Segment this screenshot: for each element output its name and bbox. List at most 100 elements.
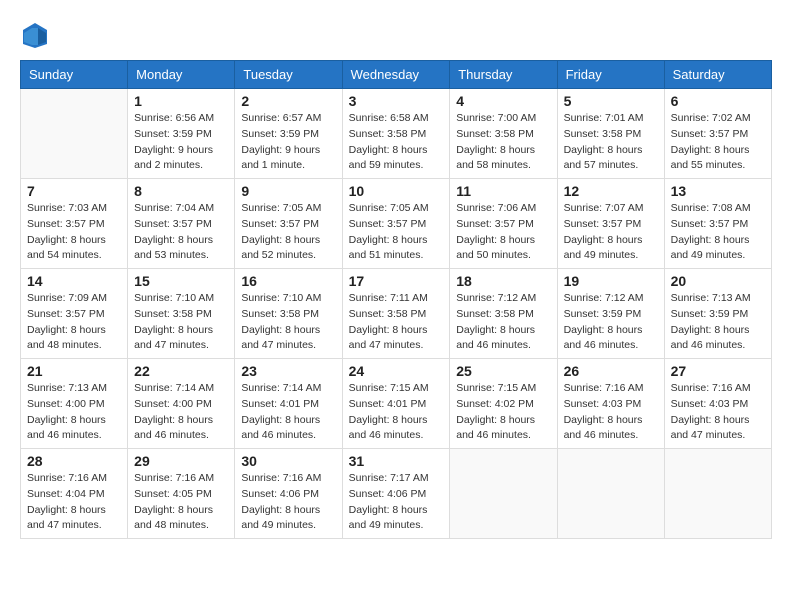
page-header xyxy=(20,20,772,50)
day-number: 28 xyxy=(27,453,121,469)
day-number: 30 xyxy=(241,453,335,469)
day-info: Sunrise: 7:16 AM Sunset: 4:03 PM Dayligh… xyxy=(564,381,658,444)
calendar-week-row: 21Sunrise: 7:13 AM Sunset: 4:00 PM Dayli… xyxy=(21,359,772,449)
day-number: 3 xyxy=(349,93,444,109)
day-number: 1 xyxy=(134,93,228,109)
calendar-cell: 28 Sunrise: 7:16 AM Sunset: 4:04 PM Dayli… xyxy=(21,449,128,539)
day-info: Sunrise: 7:16 AM Sunset: 4:04 PM Dayligh… xyxy=(27,471,121,534)
day-info: Sunrise: 7:04 AM Sunset: 3:57 PM Dayligh… xyxy=(134,201,228,264)
calendar-cell: 1 Sunrise: 6:56 AM Sunset: 3:59 PM Daylig… xyxy=(128,89,235,179)
day-info: Sunrise: 6:57 AM Sunset: 3:59 PM Dayligh… xyxy=(241,111,335,174)
calendar-header-row: SundayMondayTuesdayWednesdayThursdayFrid… xyxy=(21,61,772,89)
calendar-cell: 3 Sunrise: 6:58 AM Sunset: 3:58 PM Daylig… xyxy=(342,89,450,179)
calendar-cell: 31 Sunrise: 7:17 AM Sunset: 4:06 PM Dayli… xyxy=(342,449,450,539)
day-number: 23 xyxy=(241,363,335,379)
calendar-cell: 21Sunrise: 7:13 AM Sunset: 4:00 PM Dayli… xyxy=(21,359,128,449)
calendar-cell xyxy=(664,449,771,539)
day-info: Sunrise: 7:03 AM Sunset: 3:57 PM Dayligh… xyxy=(27,201,121,264)
day-info: Sunrise: 7:09 AM Sunset: 3:57 PM Dayligh… xyxy=(27,291,121,354)
day-info: Sunrise: 7:02 AM Sunset: 3:57 PM Dayligh… xyxy=(671,111,765,174)
calendar-week-row: 28 Sunrise: 7:16 AM Sunset: 4:04 PM Dayli… xyxy=(21,449,772,539)
calendar-cell: 19 Sunrise: 7:12 AM Sunset: 3:59 PM Dayli… xyxy=(557,269,664,359)
calendar-cell: 17Sunrise: 7:11 AM Sunset: 3:58 PM Dayli… xyxy=(342,269,450,359)
calendar-cell: 13 Sunrise: 7:08 AM Sunset: 3:57 PM Dayli… xyxy=(664,179,771,269)
calendar-cell: 12Sunrise: 7:07 AM Sunset: 3:57 PM Dayli… xyxy=(557,179,664,269)
weekday-header: Saturday xyxy=(664,61,771,89)
calendar-cell: 14 Sunrise: 7:09 AM Sunset: 3:57 PM Dayli… xyxy=(21,269,128,359)
day-number: 22 xyxy=(134,363,228,379)
weekday-header: Tuesday xyxy=(235,61,342,89)
day-info: Sunrise: 7:13 AM Sunset: 3:59 PM Dayligh… xyxy=(671,291,765,354)
day-info: Sunrise: 6:58 AM Sunset: 3:58 PM Dayligh… xyxy=(349,111,444,174)
day-info: Sunrise: 7:01 AM Sunset: 3:58 PM Dayligh… xyxy=(564,111,658,174)
day-number: 6 xyxy=(671,93,765,109)
weekday-header: Sunday xyxy=(21,61,128,89)
day-number: 26 xyxy=(564,363,658,379)
calendar-cell xyxy=(21,89,128,179)
day-number: 11 xyxy=(456,183,550,199)
day-info: Sunrise: 7:07 AM Sunset: 3:57 PM Dayligh… xyxy=(564,201,658,264)
calendar-cell: 18 Sunrise: 7:12 AM Sunset: 3:58 PM Dayli… xyxy=(450,269,557,359)
calendar-week-row: 7 Sunrise: 7:03 AM Sunset: 3:57 PM Daylig… xyxy=(21,179,772,269)
day-info: Sunrise: 7:10 AM Sunset: 3:58 PM Dayligh… xyxy=(134,291,228,354)
calendar-cell: 15Sunrise: 7:10 AM Sunset: 3:58 PM Dayli… xyxy=(128,269,235,359)
calendar-week-row: 1 Sunrise: 6:56 AM Sunset: 3:59 PM Daylig… xyxy=(21,89,772,179)
day-number: 29 xyxy=(134,453,228,469)
calendar-cell: 24Sunrise: 7:15 AM Sunset: 4:01 PM Dayli… xyxy=(342,359,450,449)
day-info: Sunrise: 7:00 AM Sunset: 3:58 PM Dayligh… xyxy=(456,111,550,174)
day-info: Sunrise: 6:56 AM Sunset: 3:59 PM Dayligh… xyxy=(134,111,228,174)
calendar-cell xyxy=(450,449,557,539)
day-number: 20 xyxy=(671,273,765,289)
calendar-cell: 30Sunrise: 7:16 AM Sunset: 4:06 PM Dayli… xyxy=(235,449,342,539)
calendar-cell: 10Sunrise: 7:05 AM Sunset: 3:57 PM Dayli… xyxy=(342,179,450,269)
calendar-cell: 8 Sunrise: 7:04 AM Sunset: 3:57 PM Daylig… xyxy=(128,179,235,269)
day-number: 10 xyxy=(349,183,444,199)
weekday-header: Wednesday xyxy=(342,61,450,89)
calendar-cell: 29 Sunrise: 7:16 AM Sunset: 4:05 PM Dayli… xyxy=(128,449,235,539)
day-info: Sunrise: 7:16 AM Sunset: 4:05 PM Dayligh… xyxy=(134,471,228,534)
day-number: 16 xyxy=(241,273,335,289)
weekday-header: Thursday xyxy=(450,61,557,89)
calendar-cell: 5 Sunrise: 7:01 AM Sunset: 3:58 PM Daylig… xyxy=(557,89,664,179)
day-number: 19 xyxy=(564,273,658,289)
calendar-cell: 11 Sunrise: 7:06 AM Sunset: 3:57 PM Dayli… xyxy=(450,179,557,269)
day-number: 4 xyxy=(456,93,550,109)
weekday-header: Friday xyxy=(557,61,664,89)
calendar-cell: 9 Sunrise: 7:05 AM Sunset: 3:57 PM Daylig… xyxy=(235,179,342,269)
day-number: 7 xyxy=(27,183,121,199)
weekday-header: Monday xyxy=(128,61,235,89)
calendar-cell: 26 Sunrise: 7:16 AM Sunset: 4:03 PM Dayli… xyxy=(557,359,664,449)
logo-icon xyxy=(20,20,50,50)
calendar-cell: 6 Sunrise: 7:02 AM Sunset: 3:57 PM Daylig… xyxy=(664,89,771,179)
day-number: 5 xyxy=(564,93,658,109)
calendar-cell xyxy=(557,449,664,539)
day-number: 31 xyxy=(349,453,444,469)
day-info: Sunrise: 7:12 AM Sunset: 3:58 PM Dayligh… xyxy=(456,291,550,354)
calendar-week-row: 14 Sunrise: 7:09 AM Sunset: 3:57 PM Dayli… xyxy=(21,269,772,359)
day-number: 13 xyxy=(671,183,765,199)
day-info: Sunrise: 7:17 AM Sunset: 4:06 PM Dayligh… xyxy=(349,471,444,534)
day-info: Sunrise: 7:11 AM Sunset: 3:58 PM Dayligh… xyxy=(349,291,444,354)
day-info: Sunrise: 7:14 AM Sunset: 4:00 PM Dayligh… xyxy=(134,381,228,444)
calendar-cell: 7 Sunrise: 7:03 AM Sunset: 3:57 PM Daylig… xyxy=(21,179,128,269)
day-number: 2 xyxy=(241,93,335,109)
day-info: Sunrise: 7:12 AM Sunset: 3:59 PM Dayligh… xyxy=(564,291,658,354)
day-info: Sunrise: 7:10 AM Sunset: 3:58 PM Dayligh… xyxy=(241,291,335,354)
day-info: Sunrise: 7:05 AM Sunset: 3:57 PM Dayligh… xyxy=(241,201,335,264)
day-info: Sunrise: 7:13 AM Sunset: 4:00 PM Dayligh… xyxy=(27,381,121,444)
calendar-table: SundayMondayTuesdayWednesdayThursdayFrid… xyxy=(20,60,772,539)
day-number: 9 xyxy=(241,183,335,199)
calendar-cell: 23 Sunrise: 7:14 AM Sunset: 4:01 PM Dayli… xyxy=(235,359,342,449)
day-number: 24 xyxy=(349,363,444,379)
day-number: 18 xyxy=(456,273,550,289)
day-number: 8 xyxy=(134,183,228,199)
day-info: Sunrise: 7:06 AM Sunset: 3:57 PM Dayligh… xyxy=(456,201,550,264)
calendar-cell: 2 Sunrise: 6:57 AM Sunset: 3:59 PM Daylig… xyxy=(235,89,342,179)
day-number: 25 xyxy=(456,363,550,379)
day-info: Sunrise: 7:15 AM Sunset: 4:02 PM Dayligh… xyxy=(456,381,550,444)
calendar-cell: 25 Sunrise: 7:15 AM Sunset: 4:02 PM Dayli… xyxy=(450,359,557,449)
day-number: 14 xyxy=(27,273,121,289)
calendar-cell: 4 Sunrise: 7:00 AM Sunset: 3:58 PM Daylig… xyxy=(450,89,557,179)
day-info: Sunrise: 7:08 AM Sunset: 3:57 PM Dayligh… xyxy=(671,201,765,264)
day-info: Sunrise: 7:14 AM Sunset: 4:01 PM Dayligh… xyxy=(241,381,335,444)
